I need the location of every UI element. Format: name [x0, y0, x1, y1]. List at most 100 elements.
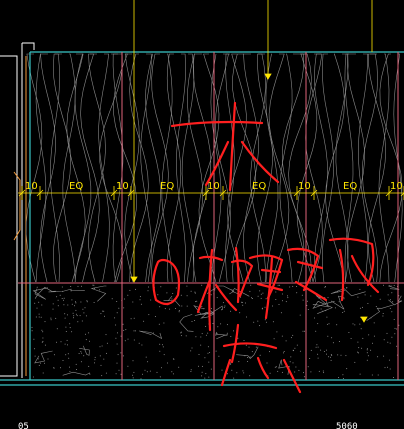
stone-speckle: [133, 317, 135, 319]
stone-speckle: [201, 284, 203, 286]
stone-speckle: [201, 371, 203, 373]
stone-speckle: [255, 346, 257, 348]
stone-speckle: [134, 330, 136, 332]
stone-speckle: [389, 299, 391, 301]
stone-speckle: [132, 377, 134, 379]
stone-speckle: [217, 326, 219, 328]
stone-speckle: [236, 372, 238, 374]
stone-speckle: [322, 370, 324, 372]
stone-speckle: [61, 298, 63, 299]
stone-speckle: [204, 357, 206, 359]
stone-speckle: [125, 329, 127, 331]
stone-speckle: [180, 294, 182, 296]
stone-speckle: [334, 307, 336, 309]
stone-speckle: [33, 338, 35, 340]
stone-speckle: [64, 343, 66, 345]
stone-speckle: [259, 325, 261, 327]
stone-speckle: [178, 366, 180, 368]
stone-speckle: [395, 328, 397, 330]
stone-speckle: [162, 344, 163, 346]
stone-speckle: [159, 306, 161, 308]
stone-speckle: [139, 299, 141, 301]
stone-speckle: [264, 319, 266, 321]
stone-speckle: [326, 316, 328, 318]
stone-speckle: [345, 355, 347, 357]
stone-speckle: [38, 301, 40, 303]
stone-speckle: [207, 352, 209, 354]
stone-speckle: [162, 346, 164, 348]
stone-speckle: [348, 332, 350, 333]
stone-speckle: [389, 342, 391, 344]
stone-speckle: [230, 363, 232, 365]
stone-speckle: [315, 330, 317, 332]
stone-speckle: [359, 307, 361, 309]
stone-speckle: [215, 350, 217, 352]
stone-speckle: [337, 354, 339, 356]
stone-speckle: [103, 358, 105, 360]
stone-speckle: [332, 342, 334, 344]
stone-speckle: [269, 351, 270, 353]
dim-gap-label-2: 10: [116, 181, 129, 192]
stone-speckle: [31, 330, 33, 332]
stone-speckle: [205, 334, 207, 336]
stone-speckle: [36, 307, 38, 309]
stone-speckle: [220, 323, 222, 325]
stone-speckle: [147, 361, 149, 363]
dim-eq-label-3: EQ: [252, 181, 266, 192]
stone-speckle: [278, 304, 280, 305]
stone-speckle: [309, 358, 311, 359]
stone-speckle: [120, 373, 122, 375]
stone-speckle: [67, 304, 69, 306]
stone-speckle: [181, 305, 183, 307]
stone-speckle: [64, 313, 66, 315]
stone-speckle: [343, 298, 345, 300]
stone-speckle: [127, 338, 129, 340]
stone-speckle: [69, 366, 70, 368]
dim-gap-label-4: 10: [298, 181, 311, 192]
stone-speckle: [81, 320, 83, 322]
stone-speckle: [150, 299, 152, 301]
stone-speckle: [383, 284, 384, 286]
stone-speckle: [396, 345, 398, 347]
stone-speckle: [157, 294, 159, 296]
stone-speckle: [330, 356, 331, 358]
stone-speckle: [42, 337, 44, 339]
stone-speckle: [41, 329, 43, 331]
stone-speckle: [89, 340, 90, 342]
stone-speckle: [262, 292, 264, 294]
stone-speckle: [208, 361, 210, 363]
stone-speckle: [392, 301, 394, 303]
stone-speckle: [342, 378, 344, 379]
stone-speckle: [99, 289, 101, 291]
stone-speckle: [359, 288, 361, 290]
stone-speckle: [366, 348, 368, 350]
stone-speckle: [383, 355, 385, 357]
stone-speckle: [231, 369, 233, 371]
stone-speckle: [389, 368, 391, 370]
stone-speckle: [373, 322, 375, 324]
stone-speckle: [274, 366, 276, 368]
stone-speckle: [161, 367, 162, 369]
stone-speckle: [201, 365, 203, 367]
stone-speckle: [357, 296, 359, 298]
stone-speckle: [105, 334, 107, 336]
stone-speckle: [275, 299, 277, 300]
stone-speckle: [357, 351, 359, 353]
stone-speckle: [358, 347, 360, 349]
stone-speckle: [233, 377, 235, 379]
stone-speckle: [394, 327, 396, 329]
stone-speckle: [116, 362, 118, 364]
stone-speckle: [281, 335, 283, 337]
cad-drawing-canvas[interactable]: 10 EQ 10 EQ 10 EQ 10 EQ 10 05 5060: [0, 0, 404, 429]
stone-speckle: [281, 371, 283, 373]
stone-speckle: [287, 295, 288, 297]
stone-speckle: [357, 341, 359, 343]
stone-speckle: [327, 335, 329, 337]
stone-speckle: [379, 298, 381, 300]
stone-speckle: [79, 315, 81, 317]
stone-speckle: [42, 331, 44, 333]
stone-speckle: [391, 292, 393, 294]
stone-speckle: [80, 351, 82, 353]
stone-speckle: [275, 291, 277, 293]
stone-speckle: [67, 353, 69, 355]
